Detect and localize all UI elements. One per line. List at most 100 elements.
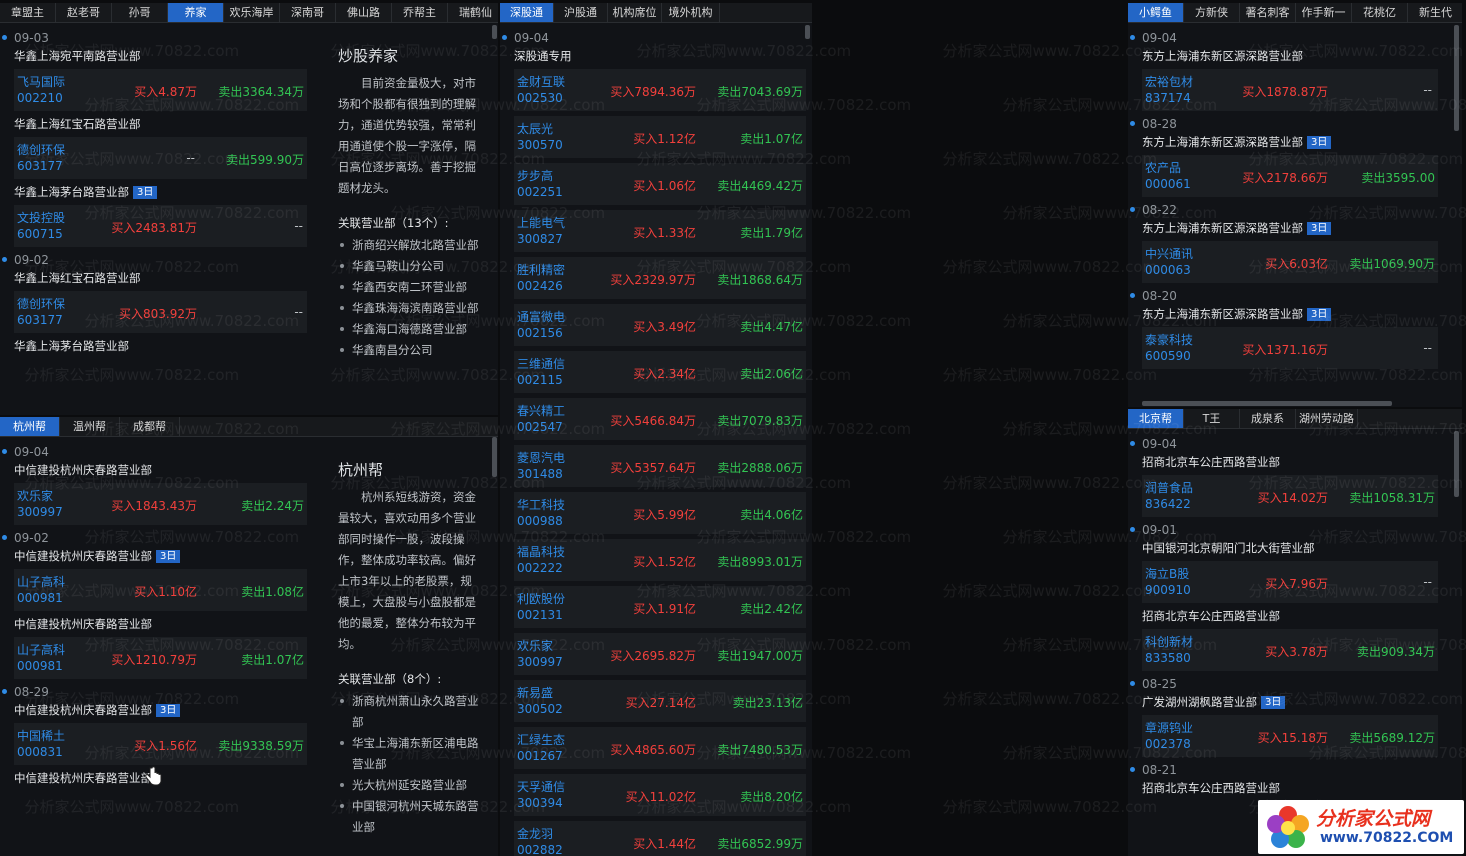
stock-row[interactable]: 金龙羽 002882 买入1.44亿 卖出6852.99万 [514,821,806,856]
stock-name-link[interactable]: 春兴精工 [517,404,565,419]
stock-name-link[interactable]: 欢乐家 [517,639,553,654]
stock-code-link[interactable]: 000988 [517,514,563,529]
tab-item[interactable]: 著名刺客 [1240,3,1296,22]
stock-row[interactable]: 华工科技 000988 买入5.99亿 卖出4.06亿 [514,492,806,534]
stock-code-link[interactable]: 002882 [517,843,563,856]
stock-name-link[interactable]: 宏裕包材 [1145,75,1193,90]
stock-code-link[interactable]: 300570 [517,138,563,153]
stock-name-link[interactable]: 利欧股份 [517,592,565,607]
vertical-scrollbar[interactable] [1454,25,1459,131]
vertical-scrollbar[interactable] [492,437,497,477]
stock-name-link[interactable]: 德创环保 [17,297,65,312]
tab-item[interactable]: 章盟主 [0,3,56,22]
tab-item[interactable]: 温州帮 [60,417,120,436]
stock-code-link[interactable]: 000063 [1145,263,1191,278]
stock-code-link[interactable]: 002426 [517,279,563,294]
stock-name-link[interactable]: 文投控股 [17,211,65,226]
stock-code-link[interactable]: 002547 [517,420,563,435]
stock-name-link[interactable]: 胜利精密 [517,263,565,278]
stock-name-link[interactable]: 科创新材 [1145,635,1193,650]
tab-item[interactable]: 机构席位 [608,3,662,22]
tab-item[interactable]: 乔帮主 [392,3,448,22]
stock-row[interactable]: 农产品 000061 买入2178.66万 卖出3595.00 [1142,155,1438,197]
stock-row[interactable]: 中国稀土 000831 买入1.56亿 卖出9338.59万 [14,723,307,765]
stock-code-link[interactable]: 900910 [1145,583,1191,598]
tab-item[interactable]: 杭州帮 [0,417,60,436]
tab-item[interactable]: 沪股通 [554,3,608,22]
stock-code-link[interactable]: 301488 [517,467,563,482]
stock-code-link[interactable]: 000061 [1145,177,1191,192]
tab-item[interactable]: 新生代 [1408,3,1462,22]
regional-groups-feed[interactable]: 09-04 中信建投杭州庆春路营业部 欢乐家 300997 买入1843.43万 卖出2.… [0,439,307,856]
tab-item[interactable]: 佛山路 [336,3,392,22]
stock-code-link[interactable]: 002115 [517,373,563,388]
stock-row[interactable]: 步步高 002251 买入1.06亿 卖出4469.42万 [514,163,806,205]
stock-row[interactable]: 德创环保 603177 买入803.92万 -- [14,291,307,333]
stock-code-link[interactable]: 002222 [517,561,563,576]
stock-code-link[interactable]: 300827 [517,232,563,247]
stock-code-link[interactable]: 300997 [517,655,563,670]
stock-name-link[interactable]: 汇绿生态 [517,733,565,748]
stock-row[interactable]: 福晶科技 002222 买入1.52亿 卖出8993.01万 [514,539,806,581]
stock-code-link[interactable]: 002378 [1145,737,1191,752]
stock-row[interactable]: 飞马国际 002210 买入4.87万 卖出3364.34万 [14,69,307,111]
stock-row[interactable]: 欢乐家 300997 买入2695.82万 卖出1947.00万 [514,633,806,675]
stock-code-link[interactable]: 002156 [517,326,563,341]
stock-name-link[interactable]: 天孚通信 [517,780,565,795]
vertical-scrollbar[interactable] [805,25,810,39]
stock-row[interactable]: 通富微电 002156 买入3.49亿 卖出4.47亿 [514,304,806,346]
stock-name-link[interactable]: 飞马国际 [17,75,65,90]
individual-traders-feed[interactable]: 09-04 东方上海浦东新区源深路营业部 宏裕包材 837174 买入1878.87万 -… [1128,25,1438,407]
tab-item[interactable]: T王 [1184,409,1240,428]
stock-code-link[interactable]: 002530 [517,91,563,106]
stock-row[interactable]: 山子高科 000981 买入1210.79万 卖出1.07亿 [14,637,307,679]
stock-name-link[interactable]: 福晶科技 [517,545,565,560]
tab-item[interactable]: 作手新一 [1296,3,1352,22]
tab-item[interactable]: 小鳄鱼 [1128,3,1184,22]
horizontal-scrollbar[interactable] [1142,401,1392,406]
stock-row[interactable]: 胜利精密 002426 买入2329.97万 卖出1868.64万 [514,257,806,299]
stock-row[interactable]: 欢乐家 300997 买入1843.43万 卖出2.24万 [14,483,307,525]
stock-code-link[interactable]: 002251 [517,185,563,200]
stock-row[interactable]: 利欧股份 002131 买入1.91亿 卖出2.42亿 [514,586,806,628]
stock-code-link[interactable]: 001267 [517,749,563,764]
stock-name-link[interactable]: 润普食品 [1145,481,1193,496]
vertical-scrollbar[interactable] [1454,431,1459,497]
tab-item[interactable]: 花桃亿 [1352,3,1408,22]
stock-code-link[interactable]: 600590 [1145,349,1191,364]
stock-row[interactable]: 上能电气 300827 买入1.33亿 卖出1.79亿 [514,210,806,252]
stock-row[interactable]: 科创新材 833580 买入3.78万 卖出909.34万 [1142,629,1438,671]
stock-code-link[interactable]: 603177 [17,313,63,328]
stock-code-link[interactable]: 603177 [17,159,63,174]
stock-code-link[interactable]: 300502 [517,702,563,717]
northbound-feed[interactable]: 09-04 深股通专用 金财互联 002530 买入7894.36万 卖出7043.69万… [500,25,806,856]
stock-code-link[interactable]: 002131 [517,608,563,623]
stock-row[interactable]: 宏裕包材 837174 买入1878.87万 -- [1142,69,1438,111]
stock-row[interactable]: 文投控股 600715 买入2483.81万 -- [14,205,307,247]
stock-code-link[interactable]: 300394 [517,796,563,811]
tab-item[interactable]: 养家 [168,3,224,22]
vertical-scrollbar[interactable] [492,25,497,39]
stock-name-link[interactable]: 中国稀土 [17,729,65,744]
stock-name-link[interactable]: 通富微电 [517,310,565,325]
stock-name-link[interactable]: 上能电气 [517,216,565,231]
stock-code-link[interactable]: 000831 [17,745,63,760]
stock-name-link[interactable]: 中兴通讯 [1145,247,1193,262]
stock-row[interactable]: 汇绿生态 001267 买入4865.60万 卖出7480.53万 [514,727,806,769]
stock-name-link[interactable]: 太辰光 [517,122,553,137]
stock-row[interactable]: 山子高科 000981 买入1.10亿 卖出1.08亿 [14,569,307,611]
tab-item[interactable]: 赵老哥 [56,3,112,22]
stock-name-link[interactable]: 泰豪科技 [1145,333,1193,348]
tab-item[interactable]: 湖州劳动路 [1296,409,1358,428]
tab-item[interactable]: 深股通 [500,3,554,22]
stock-name-link[interactable]: 海立B股 [1145,567,1189,582]
tab-item[interactable]: 北京帮 [1128,409,1184,428]
stock-name-link[interactable]: 农产品 [1145,161,1181,176]
stock-row[interactable]: 泰豪科技 600590 买入1371.16万 -- [1142,327,1438,369]
stock-row[interactable]: 三维通信 002115 买入2.34亿 卖出2.06亿 [514,351,806,393]
tab-item[interactable]: 欢乐海岸 [224,3,280,22]
stock-name-link[interactable]: 三维通信 [517,357,565,372]
stock-name-link[interactable]: 华工科技 [517,498,565,513]
tab-item[interactable]: 深南哥 [280,3,336,22]
tab-item[interactable]: 成都帮 [120,417,180,436]
